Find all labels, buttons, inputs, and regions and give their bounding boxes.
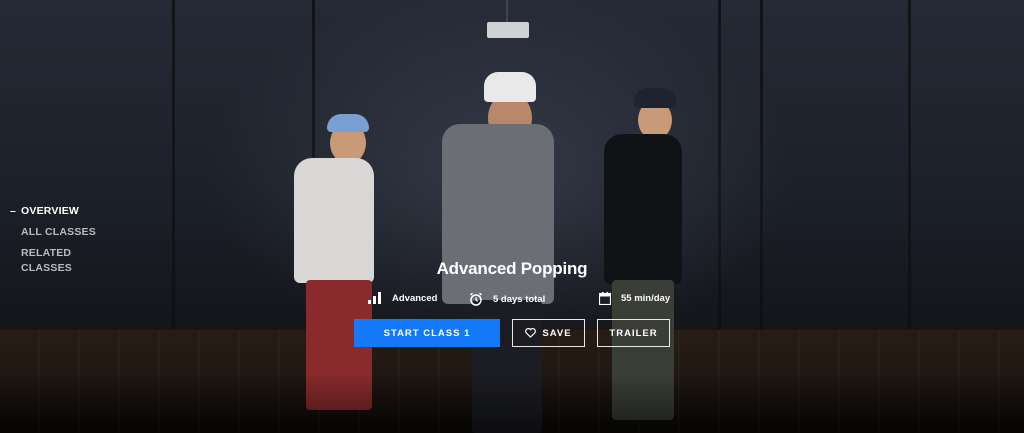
level-text: Advanced [392, 292, 438, 304]
meta-level: Advanced [368, 292, 437, 304]
trailer-label: TRAILER [609, 327, 658, 339]
nav-item-all-classes[interactable]: ALL CLASSES [10, 225, 120, 240]
bottom-fade [0, 373, 1024, 433]
trailer-button[interactable]: TRAILER [597, 319, 670, 347]
start-class-button[interactable]: START CLASS 1 [354, 319, 500, 347]
heart-icon [525, 328, 537, 338]
signal-bars-icon [368, 292, 381, 304]
duration-text: 5 days total [493, 293, 546, 305]
nav-item-label: OVERVIEW [21, 205, 80, 217]
curtain-fold [172, 0, 175, 330]
nav-item-overview[interactable]: – OVERVIEW [10, 204, 120, 219]
curtain-fold [760, 0, 763, 330]
alarm-clock-icon [470, 292, 482, 306]
nav-item-label: ALL CLASSES [21, 226, 96, 238]
class-title: Advanced Popping [436, 259, 588, 278]
meta-daily-time: 55 min/day [599, 292, 670, 305]
curtain-fold [908, 0, 911, 330]
daily-time-text: 55 min/day [621, 293, 671, 304]
save-label: SAVE [542, 327, 572, 339]
ceiling-cord [506, 0, 508, 22]
curtain-fold [718, 0, 721, 330]
start-class-label: START CLASS 1 [383, 327, 471, 339]
active-dash-icon: – [10, 205, 17, 217]
calendar-icon [599, 292, 611, 305]
ceiling-light [487, 22, 529, 38]
meta-duration: 5 days total [469, 292, 545, 306]
save-button[interactable]: SAVE [512, 319, 585, 347]
